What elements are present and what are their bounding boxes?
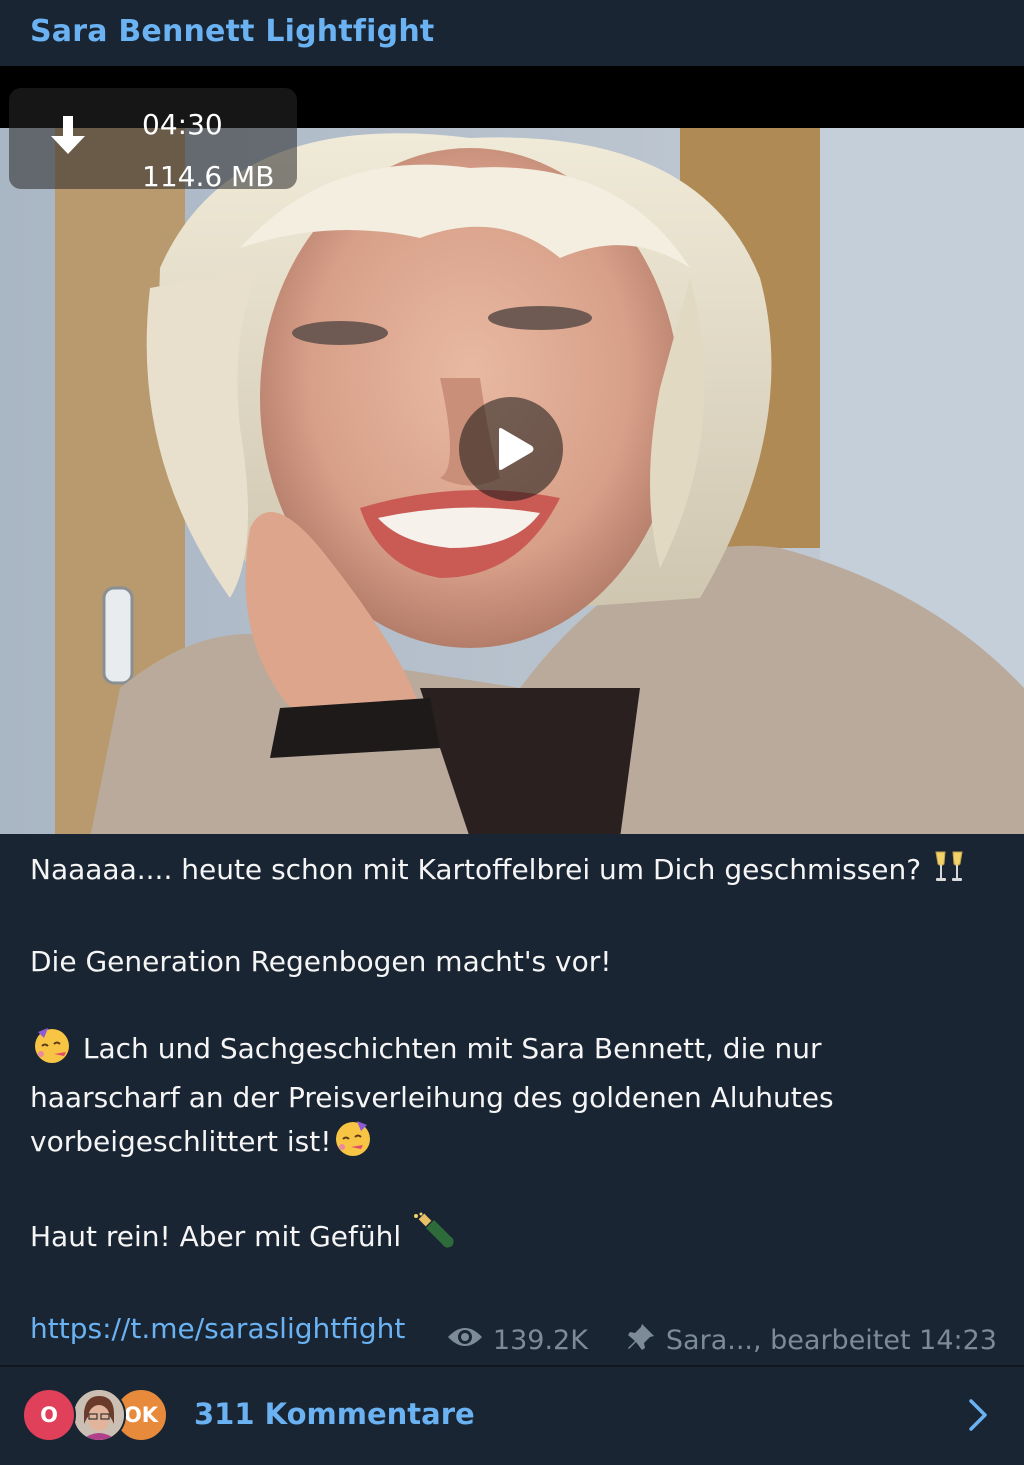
post-line-1: Naaaaa.... heute schon mit Kartoffelbrei… [30, 853, 922, 886]
post-line-3c: vorbeigeschlittert ist! [30, 1125, 332, 1158]
commenter-avatar: O [22, 1388, 76, 1442]
video-file-size: 114.6 MB [142, 160, 275, 193]
partying-face-emoji [32, 1026, 72, 1076]
post-signature: Sara..., bearbeitet 14:23 [665, 1324, 997, 1356]
eye-icon [447, 1325, 483, 1356]
post-text: Naaaaa.... heute schon mit Kartoffelbrei… [30, 848, 1000, 1350]
clinking-glasses-emoji [932, 849, 966, 897]
play-icon [499, 428, 534, 470]
channel-link[interactable]: https://t.me/saraslightfight [30, 1312, 405, 1345]
champagne-emoji [412, 1212, 456, 1264]
post-line-2: Die Generation Regenbogen macht's vor! [30, 945, 612, 978]
video-duration: 04:30 [142, 108, 223, 141]
channel-post: Sara Bennett Lightfight 04:30 114.6 MB N… [0, 0, 1024, 1465]
play-button[interactable] [459, 397, 563, 501]
channel-name[interactable]: Sara Bennett Lightfight [30, 14, 434, 49]
comments-count-label: 311 Kommentare [194, 1397, 475, 1431]
post-meta: 139.2K Sara..., bearbeitet 14:23 [447, 1320, 997, 1360]
media-info-badge: 04:30 114.6 MB [9, 88, 297, 193]
post-line-3b: haarscharf an der Preisverleihung des go… [30, 1081, 834, 1114]
commenter-avatar [72, 1388, 126, 1442]
post-line-4: Haut rein! Aber mit Gefühl [30, 1220, 402, 1253]
post-line-3a: Lach und Sachgeschichten mit Sara Bennet… [82, 1032, 822, 1065]
video-player[interactable]: 04:30 114.6 MB [0, 66, 1024, 834]
view-count: 139.2K [492, 1324, 588, 1356]
download-icon[interactable] [49, 114, 87, 158]
pin-icon [626, 1322, 656, 1359]
comments-button[interactable]: O OK 311 Kommentare [0, 1367, 1024, 1465]
partying-face-emoji [333, 1119, 373, 1169]
chevron-right-icon [966, 1398, 990, 1436]
